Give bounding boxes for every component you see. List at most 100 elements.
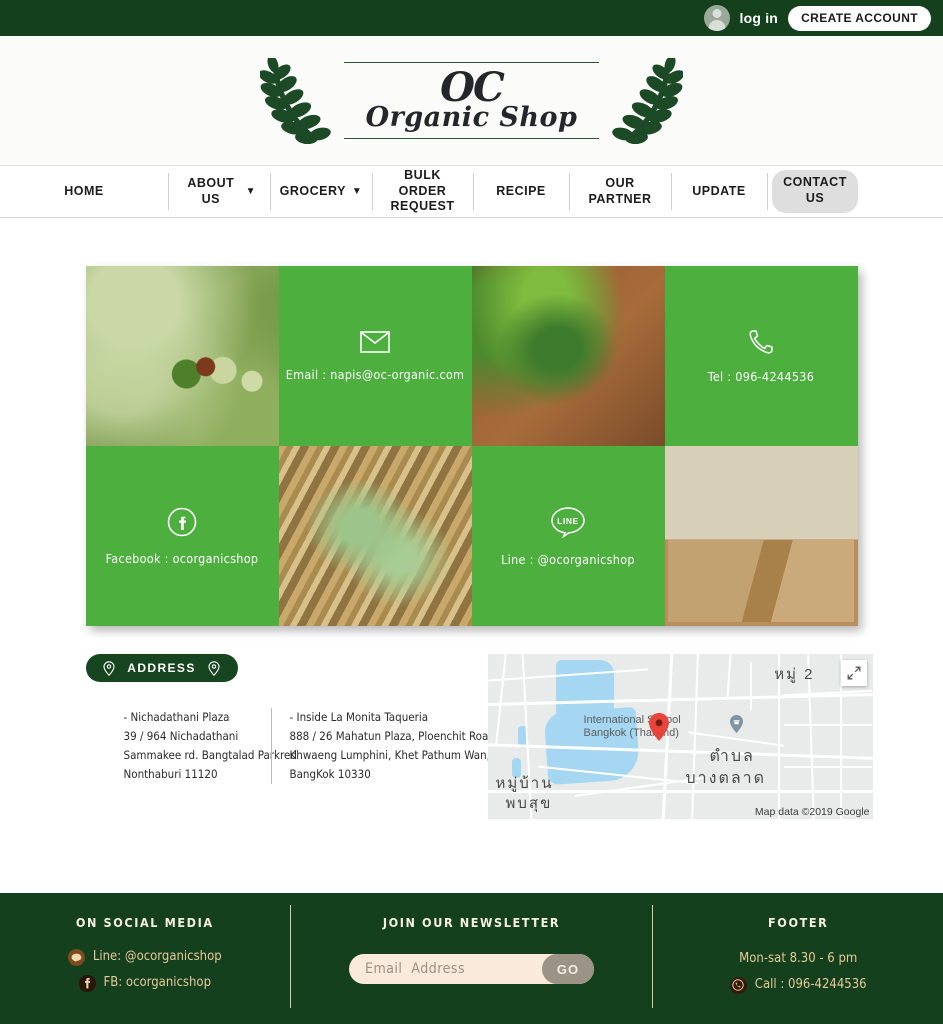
footer-social-column: ON SOCIAL MEDIA Line: @ocorganicshop FB:… xyxy=(0,893,290,1024)
svg-text:LINE: LINE xyxy=(557,516,579,526)
address-columns: - Nichadathani Plaza 39 / 964 Nichadatha… xyxy=(86,708,498,784)
map-poi-icon[interactable] xyxy=(729,714,744,734)
footer-social-line[interactable]: Line: @ocorganicshop xyxy=(67,944,222,970)
nav-item-home[interactable]: HOME xyxy=(0,166,168,217)
line-icon: LINE xyxy=(551,506,585,538)
login-link[interactable]: log in xyxy=(740,10,779,26)
map-label-line: พบสุข xyxy=(505,795,553,813)
address-heading-pill: ADDRESS xyxy=(85,654,238,682)
address-line: - Inside La Monita Taqueria xyxy=(289,710,429,724)
map-road xyxy=(690,654,699,819)
footer-info-title: FOOTER xyxy=(768,915,829,930)
facebook-icon xyxy=(78,974,96,992)
create-account-button[interactable]: CREATE ACCOUNT xyxy=(788,5,931,31)
address-column-la-monita: - Inside La Monita Taqueria 888 / 26 Mah… xyxy=(270,708,499,784)
footer-social-label: Line: @ocorganicshop xyxy=(92,949,222,964)
nav-label: HOME xyxy=(64,183,104,198)
address-heading-label: ADDRESS xyxy=(127,661,196,675)
map-label-line: บางตลาด xyxy=(685,769,767,787)
envelope-icon xyxy=(360,330,390,353)
address-line: Khwaeng Lumphini, Khet Pathum Wan, xyxy=(289,747,490,762)
nav-item-recipe[interactable]: RECIPE xyxy=(473,166,569,217)
footer-opening-hours: Mon-sat 8.30 - 6 pm xyxy=(739,951,858,966)
address-and-map-section: ADDRESS - Nichadathani Plaza 39 / 964 Ni… xyxy=(85,654,873,819)
map-fullscreen-button[interactable] xyxy=(840,660,867,686)
main-content: Email : napis@oc-organic.com Tel : 096-4… xyxy=(0,218,943,819)
site-footer: ON SOCIAL MEDIA Line: @ocorganicshop FB:… xyxy=(0,893,943,1024)
tomato-plant-photo xyxy=(85,266,279,446)
map-road xyxy=(494,654,507,744)
whatsapp-icon xyxy=(729,976,747,994)
nav-label: RECIPE xyxy=(496,183,546,198)
newsletter-go-button[interactable]: GO xyxy=(541,954,594,984)
map-attribution: Map data ©2019 Google xyxy=(754,806,870,818)
site-logo[interactable]: OC Organic Shop xyxy=(259,57,684,144)
logo-shop-name: Organic Shop xyxy=(365,102,578,134)
user-avatar-icon[interactable] xyxy=(703,5,730,31)
address-block: ADDRESS - Nichadathani Plaza 39 / 964 Ni… xyxy=(85,654,498,784)
contact-tile-line[interactable]: LINE Line : @ocorganicshop xyxy=(471,446,665,626)
okra-plant-photo xyxy=(471,266,665,446)
footer-newsletter-title: JOIN OUR NEWSLETTER xyxy=(382,915,561,930)
map-road xyxy=(725,654,732,699)
contact-tile-facebook[interactable]: Facebook : ocorganicshop xyxy=(85,446,279,626)
newsletter-email-input[interactable] xyxy=(348,961,542,977)
nav-item-update[interactable]: UPDATE xyxy=(671,166,767,217)
site-header: OC Organic Shop xyxy=(0,36,943,165)
nav-item-contact-us[interactable]: CONTACT US xyxy=(767,166,863,217)
map-road xyxy=(783,724,872,726)
seedling-on-straw-photo xyxy=(278,446,472,626)
footer-phone-line[interactable]: Call : 096-4244536 xyxy=(729,972,867,998)
nav-item-grocery[interactable]: GROCERY ▼ xyxy=(270,166,372,217)
nav-label: OUR PARTNER xyxy=(588,175,652,206)
expand-fullscreen-icon xyxy=(847,666,860,680)
nav-label: GROCERY xyxy=(279,183,346,198)
contact-tile-phone[interactable]: Tel : 096-4244536 xyxy=(664,266,858,446)
location-pin-icon xyxy=(208,660,220,676)
chevron-down-icon: ▼ xyxy=(245,185,256,197)
line-glyph xyxy=(71,953,82,962)
top-utility-bar: log in CREATE ACCOUNT xyxy=(0,0,943,36)
contact-email-label: Email : napis@oc-organic.com xyxy=(285,366,465,382)
map-road xyxy=(487,692,873,707)
address-line: - Nichadathani Plaza xyxy=(123,710,230,724)
footer-social-label: FB: ocorganicshop xyxy=(103,975,212,990)
footer-newsletter-column: JOIN OUR NEWSLETTER GO xyxy=(291,893,653,1024)
nav-label: UPDATE xyxy=(692,183,746,198)
map-label-village: หมู่บ้าน พบสุข xyxy=(496,774,554,815)
footer-social-line[interactable]: FB: ocorganicshop xyxy=(78,970,212,996)
map-label-line: ตำบล xyxy=(709,748,755,765)
address-line: 39 / 964 Nichadathani xyxy=(123,728,239,743)
location-map[interactable]: International School Bangkok (Thailand) … xyxy=(487,654,873,819)
contact-phone-label: Tel : 096-4244536 xyxy=(707,368,815,384)
nav-item-bulk-order-request[interactable]: BULK ORDER REQUEST xyxy=(372,166,473,217)
map-label-moo2: หมู่ 2 xyxy=(774,666,815,683)
address-line: BangKok 10330 xyxy=(289,766,371,781)
address-column-nichadathani: - Nichadathani Plaza 39 / 964 Nichadatha… xyxy=(86,708,297,784)
map-road xyxy=(783,766,872,768)
facebook-glyph xyxy=(84,978,90,989)
facebook-icon xyxy=(167,507,197,536)
map-label-line: หมู่บ้าน xyxy=(495,775,554,792)
nav-label: CONTACT US xyxy=(772,170,858,213)
address-line: 888 / 26 Mahatun Plaza, Ploenchit Road, xyxy=(289,728,499,743)
newsletter-form: GO xyxy=(348,954,594,984)
contact-facebook-label: Facebook : ocorganicshop xyxy=(105,550,259,566)
footer-info-column: FOOTER Mon-sat 8.30 - 6 pm Call : 096-42… xyxy=(653,893,943,1024)
line-icon xyxy=(67,948,85,966)
logo-wordmark: OC Organic Shop xyxy=(336,62,608,140)
laurel-branch-icon xyxy=(259,57,331,144)
location-pin-icon xyxy=(103,660,115,676)
organic-shop-interior-photo xyxy=(664,446,858,626)
contact-tile-email[interactable]: Email : napis@oc-organic.com xyxy=(278,266,472,446)
contact-line-label: Line : @ocorganicshop xyxy=(501,551,635,567)
contact-tile-grid: Email : napis@oc-organic.com Tel : 096-4… xyxy=(85,266,858,626)
main-navigation: HOME ABOUT US ▼ GROCERY ▼ BULK ORDER REQ… xyxy=(0,165,943,218)
map-marker-icon[interactable] xyxy=(648,712,670,742)
nav-item-our-partner[interactable]: OUR PARTNER xyxy=(569,166,671,217)
whatsapp-glyph xyxy=(732,979,744,991)
laurel-branch-icon xyxy=(612,57,684,144)
map-label-tambon: ตำบล บางตลาด xyxy=(686,746,767,789)
chevron-down-icon: ▼ xyxy=(351,185,363,197)
nav-item-about-us[interactable]: ABOUT US ▼ xyxy=(168,166,270,217)
